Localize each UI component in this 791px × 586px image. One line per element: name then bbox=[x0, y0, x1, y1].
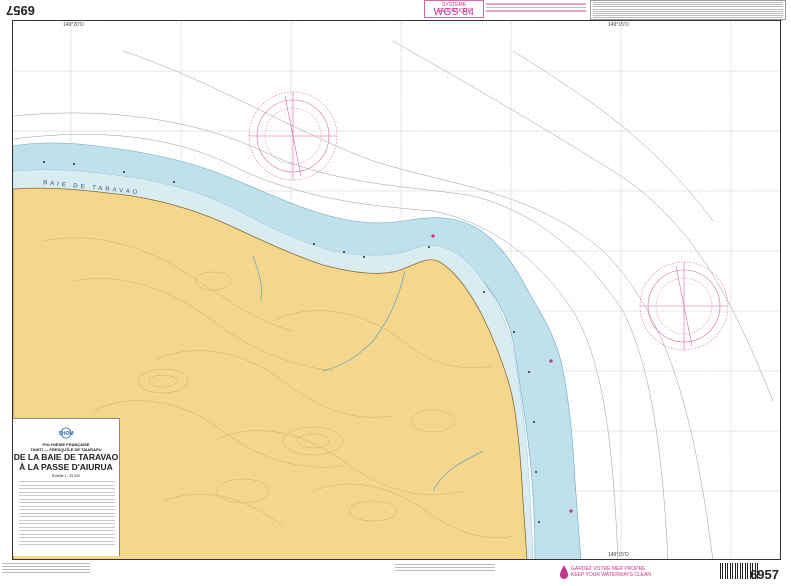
longitude-label-west: 149°20'O bbox=[63, 22, 84, 28]
chart-drawing: BAIE DE TARAVAO bbox=[13, 21, 780, 559]
title-block: SHOM POLYNÉSIE FRANÇAISE TAHITI — PRESQU… bbox=[13, 418, 120, 556]
chart-notes-block bbox=[590, 0, 786, 21]
longitude-label-east-bottom: 149°15'O bbox=[608, 552, 629, 558]
longitude-label-east: 149°15'O bbox=[608, 22, 629, 28]
shom-logo-icon: SHOM bbox=[59, 427, 74, 439]
edition-notes bbox=[2, 563, 90, 575]
sheet-number-bottom: 6957 bbox=[750, 567, 779, 582]
geodetic-datum-box: SYSTÈME GÉODÉSIQUE WGS 84 bbox=[424, 0, 484, 18]
datum-note bbox=[486, 3, 586, 15]
title-region: POLYNÉSIE FRANÇAISE TAHITI — PRESQU'ÎLE … bbox=[30, 442, 102, 452]
datum-name: WGS 84 bbox=[433, 7, 475, 18]
nautical-chart[interactable]: BAIE DE TARAVAO bbox=[12, 20, 781, 560]
publication-notes bbox=[395, 564, 495, 573]
chart-title: DE LA BAIE DE TARAVAO À LA PASSE D'AIURU… bbox=[13, 452, 119, 472]
title-notes bbox=[19, 481, 115, 548]
clean-waterways-logo: GARDEZ VOTRE MER PROPRE KEEP YOUR WATERW… bbox=[560, 563, 680, 581]
chart-scale: Échelle 1 : 25 000 bbox=[51, 474, 81, 478]
svg-text:SHOM: SHOM bbox=[59, 431, 74, 437]
sheet-number-top: 6957 bbox=[6, 3, 35, 18]
clean-logo-line2: KEEP YOUR WATERWAYS CLEAN bbox=[571, 572, 652, 578]
droplet-icon bbox=[560, 565, 568, 579]
bottom-margin: GARDEZ VOTRE MER PROPRE KEEP YOUR WATERW… bbox=[0, 561, 791, 586]
